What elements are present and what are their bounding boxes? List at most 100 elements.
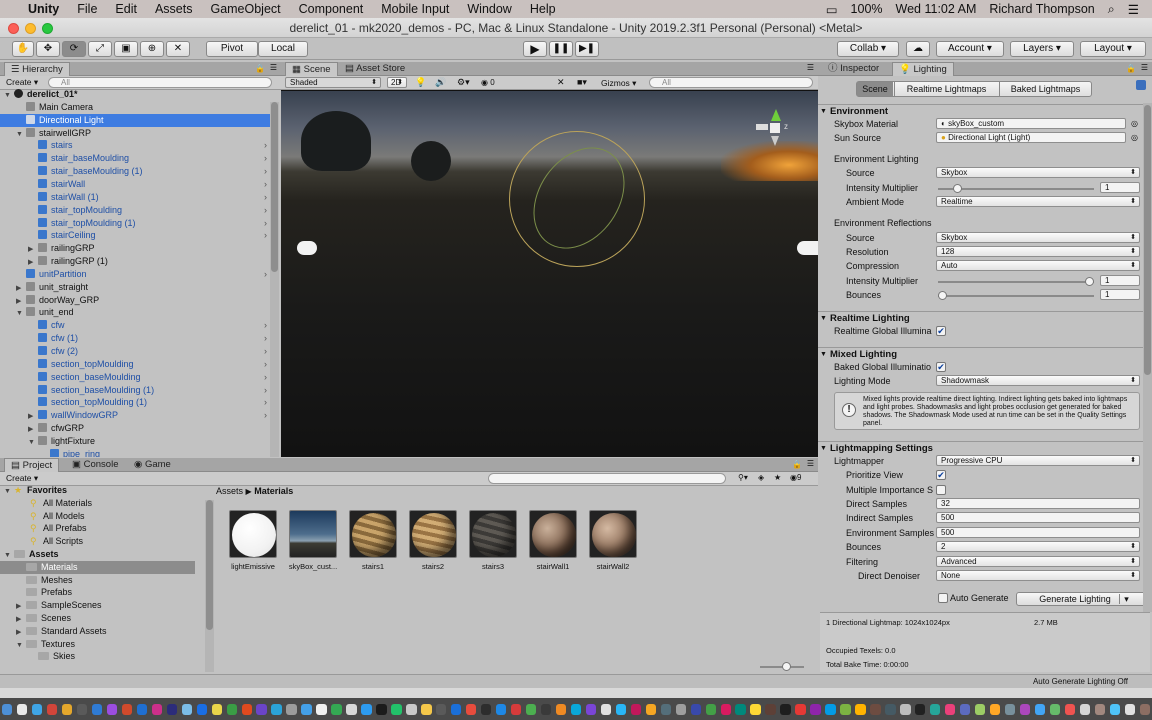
indirect-samples-field[interactable]: 500 [936,512,1140,523]
lighting-toggle-icon[interactable]: 💡 [415,77,426,88]
asset-folder[interactable]: ▶ Scenes [0,612,195,625]
ambient-mode-dropdown[interactable]: Realtime [936,196,1140,207]
subtab-baked-lightmaps[interactable]: Baked Lightmaps [999,82,1091,96]
dock-app-icon[interactable] [481,703,492,715]
dock-app-icon[interactable] [615,703,627,715]
local-toggle[interactable]: Local [258,41,308,57]
dock-app-icon[interactable] [945,703,956,715]
step-button[interactable]: ▶❚ [575,41,599,57]
reflection-intensity-field[interactable]: 1 [1100,275,1140,286]
app-menu[interactable]: Unity [28,2,59,16]
dock-app-icon[interactable] [570,703,582,715]
dock-app-icon[interactable] [915,703,926,715]
center-cube-icon[interactable] [770,123,780,133]
menu-file[interactable]: File [77,2,97,16]
dock-app-icon[interactable] [421,703,432,715]
dock-app-icon[interactable] [1064,703,1076,715]
dock-app-icon[interactable] [960,703,971,715]
hierarchy-item[interactable]: ▼ lightFixture [0,435,271,448]
menu-assets[interactable]: Assets [155,2,193,16]
hierarchy-item[interactable]: stairCeiling › [0,229,271,242]
hierarchy-item[interactable]: ▶ wallWindowGRP › [0,409,271,422]
rotate-tool-icon[interactable]: ⟳ [62,41,86,57]
dock-app-icon[interactable] [840,703,851,715]
create-dropdown[interactable]: Create ▾ [6,77,38,88]
camera-icon[interactable]: ■▾ [577,77,587,88]
hierarchy-item[interactable]: stairWall › [0,178,271,191]
dock-app-icon[interactable] [376,703,387,715]
light-icon-2[interactable] [797,241,818,255]
dock-app-icon[interactable] [2,703,13,715]
reflection-bounces-knob[interactable] [938,291,947,300]
lighting-mode-dropdown[interactable]: Shadowmask [936,375,1140,386]
project-tree-scroll-thumb[interactable] [206,500,213,630]
dock-app-icon[interactable] [495,703,507,715]
prioritize-view-checkbox[interactable]: ✔ [936,470,946,480]
breadcrumb-assets[interactable]: Assets [216,486,243,496]
lock-icon[interactable]: 🔒 [1126,64,1136,73]
battery-icon[interactable]: ▭ [826,2,838,17]
material-item[interactable]: stairs3 [468,510,518,571]
dock-app-icon[interactable] [406,703,417,715]
asset-folder[interactable]: Prefabs [0,586,195,599]
move-tool-icon[interactable]: ✥ [36,41,60,57]
menu-help[interactable]: Help [530,2,556,16]
object-picker-icon[interactable]: ◎ [1131,119,1138,128]
hierarchy-item[interactable]: Main Camera [0,101,271,114]
favorite-item[interactable]: ⚲ All Models [0,510,195,523]
asset-folder[interactable]: ▶ SampleScenes [0,599,195,612]
hierarchy-item[interactable]: ▼ unit_end [0,306,271,319]
dock-app-icon[interactable] [1004,703,1016,715]
hand-tool-icon[interactable]: ✋ [12,41,34,57]
tab-console[interactable]: ▣ Console [66,458,124,472]
dock-app-icon[interactable] [645,703,657,715]
dock-app-icon[interactable] [331,703,342,715]
dock-app-icon[interactable] [630,703,642,715]
dock-app-icon[interactable] [989,703,1001,715]
open-prefab-icon[interactable]: › [264,384,267,397]
asset-folder[interactable]: ▼ Textures [0,638,195,651]
audio-toggle-icon[interactable]: 🔊 [435,77,446,88]
tab-lighting[interactable]: 💡 Lighting [892,62,954,76]
pause-button[interactable]: ❚❚ [549,41,573,57]
dock-app-icon[interactable] [1124,703,1136,715]
material-item[interactable]: stairs1 [348,510,398,571]
lock-icon[interactable]: 🔒 [255,64,265,73]
dock-app-icon[interactable] [226,703,237,715]
generate-dropdown-icon[interactable]: ▾ [1119,594,1129,604]
open-prefab-icon[interactable]: › [264,396,267,409]
open-prefab-icon[interactable]: › [264,409,267,422]
hierarchy-item[interactable]: cfw (1) › [0,332,271,345]
dock-app-icon[interactable] [346,703,357,715]
project-tree-scrollbar[interactable] [205,500,214,672]
dock-app-icon[interactable] [750,703,761,715]
tab-inspector[interactable]: ⓘ Inspector [822,62,885,76]
collab-dropdown[interactable]: Collab ▾ [837,41,899,57]
dock-app-icon[interactable] [855,703,866,715]
dock-app-icon[interactable] [1139,703,1150,715]
tools-icon[interactable]: ✕ [557,77,565,88]
dock-app-icon[interactable] [870,703,881,715]
favorite-item[interactable]: ⚲ All Scripts [0,535,195,548]
dock-app-icon[interactable] [196,703,207,715]
hierarchy-scrollbar[interactable] [270,102,279,457]
hierarchy-item[interactable]: ▶ railingGRP (1) [0,255,271,268]
hierarchy-item[interactable]: ▼ stairwellGRP [0,127,271,140]
dock-app-icon[interactable] [585,703,597,715]
dock-app-icon[interactable] [885,703,896,715]
material-item[interactable]: stairs2 [408,510,458,571]
dock-app-icon[interactable] [1034,703,1046,715]
hierarchy-item[interactable]: stair_topMoulding (1) › [0,217,271,230]
dock-app-icon[interactable] [705,703,716,715]
menu-edit[interactable]: Edit [115,2,137,16]
panel-menu-icon[interactable]: ☰ [807,459,814,468]
hierarchy-item[interactable]: section_baseMoulding (1) › [0,384,271,397]
hierarchy-item[interactable]: unitPartition › [0,268,271,281]
shading-mode-dropdown[interactable]: Shaded [285,77,381,88]
mixed-lighting-header[interactable]: Mixed Lighting [818,347,1152,362]
assets-header[interactable]: ▼ Assets [0,548,195,561]
custom-tool-icon[interactable]: ✕ [166,41,190,57]
dock-app-icon[interactable] [780,703,791,715]
hierarchy-item[interactable]: ▶ unit_straight [0,281,271,294]
favorite-item[interactable]: ⚲ All Materials [0,497,195,510]
